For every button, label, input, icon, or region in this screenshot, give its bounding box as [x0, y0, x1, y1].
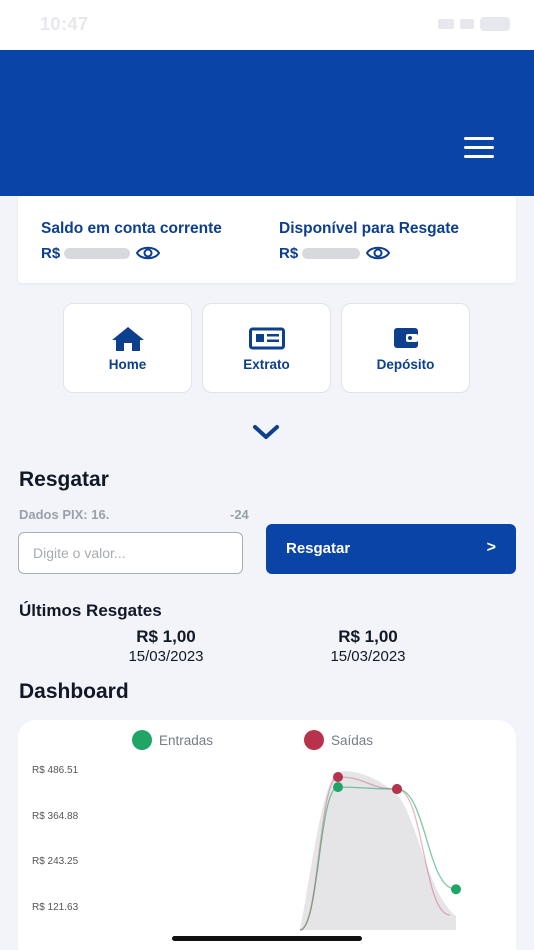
nav-label: Depósito	[376, 357, 435, 372]
redeem-button[interactable]: Resgatar >	[266, 524, 516, 574]
nav-tile-extrato[interactable]: Extrato	[202, 303, 331, 393]
newspaper-icon	[248, 327, 285, 350]
redeem-title: Resgatar	[19, 468, 109, 491]
redemption-value: R$ 1,00	[338, 627, 398, 646]
data-point-entradas[interactable]	[451, 884, 461, 895]
chevron-down-icon[interactable]	[252, 423, 280, 441]
nav-tile-deposito[interactable]: Depósito	[341, 303, 470, 393]
app-header	[0, 50, 534, 196]
nav-tile-home[interactable]: Home	[63, 303, 192, 393]
redemption-date: 15/03/2023	[330, 648, 406, 665]
nav-label: Extrato	[243, 357, 290, 372]
hidden-balance-mask	[302, 247, 361, 259]
redemption-date: 15/03/2023	[128, 648, 204, 665]
home-icon	[111, 327, 144, 351]
nav-label: Home	[108, 357, 147, 372]
redemption-value: R$ 1,00	[136, 627, 196, 646]
arrow-right-icon: >	[486, 539, 496, 556]
amount-input[interactable]	[18, 532, 243, 574]
checking-balance-title: Saldo em conta corrente	[41, 220, 222, 237]
status-bar: 10:47	[0, 0, 534, 50]
pix-data-suffix: -24	[230, 507, 249, 522]
redemption-item: R$ 1,00 15/03/2023	[106, 627, 226, 665]
data-point-saidas[interactable]	[333, 771, 343, 782]
available-balance: Disponível para Resgate R$	[279, 220, 459, 262]
redeem-button-label: Resgatar	[286, 540, 351, 557]
status-time: 10:47	[40, 14, 89, 34]
dashboard-chart-card: Entradas Saídas R$ 486.51 R$ 364.88 R$ 2…	[18, 720, 516, 950]
hamburger-menu-icon[interactable]	[464, 137, 494, 159]
status-icons	[438, 17, 510, 31]
data-point-saidas[interactable]	[392, 784, 402, 795]
pix-data-label: Dados PIX: 16.	[19, 507, 110, 522]
dashboard-title: Dashboard	[19, 680, 129, 703]
redemption-item: R$ 1,00 15/03/2023	[308, 627, 428, 665]
quick-nav: Home Extrato Depósito	[63, 303, 471, 393]
wifi-icon	[460, 19, 474, 29]
home-indicator	[172, 936, 362, 941]
available-balance-title: Disponível para Resgate	[279, 220, 460, 237]
data-point-entradas[interactable]	[333, 782, 343, 793]
signal-icon	[438, 19, 454, 29]
balance-card: Saldo em conta corrente R$ Disponível pa…	[18, 196, 516, 283]
chart-area-fill	[300, 771, 456, 930]
chart-plot	[299, 771, 461, 931]
battery-icon	[480, 17, 510, 31]
last-redemptions-title: Últimos Resgates	[19, 601, 162, 620]
wallet-icon	[393, 328, 418, 348]
eye-icon[interactable]	[136, 244, 161, 262]
checking-balance: Saldo em conta corrente R$	[41, 220, 222, 262]
currency-label: R$	[279, 244, 299, 262]
hidden-balance-mask	[64, 247, 131, 259]
currency-label: R$	[41, 244, 61, 262]
eye-icon[interactable]	[366, 244, 391, 262]
